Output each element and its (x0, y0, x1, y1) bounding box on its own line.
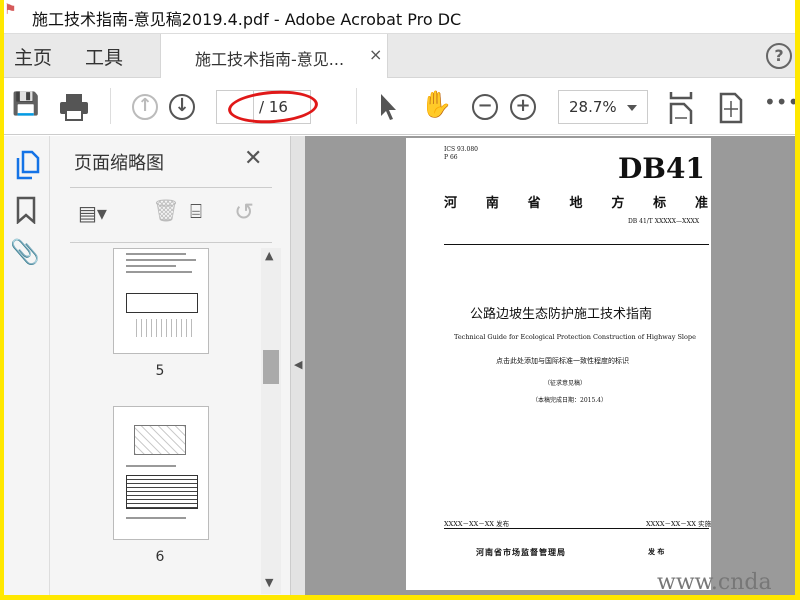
draft-note: （征求意见稿） (544, 380, 587, 387)
zoom-in-icon[interactable]: + (510, 94, 536, 120)
hand-tool-icon[interactable]: ✋ (420, 90, 452, 120)
tab-home[interactable]: 主页 (14, 43, 52, 70)
panel-title: 页面缩略图 (74, 153, 164, 174)
page-thumbnails-icon[interactable] (14, 150, 40, 180)
divider (70, 242, 272, 243)
separator (110, 88, 111, 124)
collapse-panel-handle[interactable]: ◀ (290, 136, 305, 595)
zoom-value: 28.7% (569, 98, 617, 116)
close-panel-icon[interactable]: ✕ (244, 146, 262, 171)
document-view: ICS 93.080 P 66 DB41 河 南 省 地 方 标 准 DB 41/T XXX… (305, 136, 795, 595)
pdf-page: ICS 93.080 P 66 DB41 河 南 省 地 方 标 准 DB 41/T XXX… (406, 138, 711, 590)
scrollbar-thumb[interactable] (263, 350, 279, 384)
select-cursor-icon[interactable] (378, 92, 398, 122)
previous-page-icon[interactable]: ↑ (132, 94, 158, 120)
more-options-icon[interactable]: ••• (764, 90, 795, 114)
left-rail: 📎 (4, 136, 50, 595)
save-icon[interactable]: 💾 (12, 92, 39, 117)
chevron-down-icon (627, 105, 637, 116)
title-cn: 公路边坡生态防护施工技术指南 (470, 307, 653, 322)
zoom-out-icon[interactable]: − (472, 94, 498, 120)
page-thumbnail-6[interactable] (113, 406, 209, 540)
zoom-select[interactable]: 28.7% (558, 90, 648, 124)
tab-tools[interactable]: 工具 (85, 43, 123, 70)
separator (356, 88, 357, 124)
issue-label: 发 布 (648, 548, 665, 556)
heading-char: 地 (569, 196, 583, 211)
heading-char: 标 (653, 196, 667, 211)
thumbnail-label: 5 (155, 363, 165, 379)
thumbnail-label: 6 (155, 549, 165, 565)
next-page-icon[interactable]: ↓ (169, 94, 195, 120)
page-thumbnail-5[interactable] (113, 248, 209, 354)
conformity-note: 点击此处添加与国际标准一致性程度的标识 (496, 357, 629, 365)
delete-icon[interactable]: 🗑 (152, 199, 180, 224)
ics-code: ICS 93.080 (444, 146, 478, 153)
rule (444, 528, 709, 529)
heading-char: 省 (527, 196, 541, 211)
fit-width-icon[interactable] (669, 90, 693, 126)
rotate-icon[interactable]: ↺ (234, 198, 254, 226)
bookmark-icon[interactable] (16, 196, 36, 224)
fit-page-icon[interactable] (719, 92, 743, 124)
title-bar: ⚑ 施工技术指南-意见稿2019.4.pdf - Adobe Acrobat P… (4, 0, 795, 34)
standard-number: DB 41/T XXXXX—XXXX (628, 218, 700, 225)
scroll-down-icon[interactable]: ▼ (265, 576, 273, 589)
thumbnails-scrollbar[interactable] (261, 248, 281, 594)
heading-char: 准 (694, 196, 708, 211)
tab-document-label: 施工技术指南-意见... (195, 50, 345, 69)
help-icon[interactable]: ? (766, 43, 792, 69)
toolbar: 💾 ↑ ↓ / 16 ✋ − + 28.7% ••• (4, 78, 795, 135)
heading-char: 南 (485, 196, 499, 211)
attachment-icon[interactable]: 📎 (10, 238, 40, 266)
tab-bar: 主页 工具 施工技术指南-意见... × ? (4, 34, 795, 79)
standard-code: DB41 (618, 152, 705, 185)
window-title: 施工技术指南-意见稿2019.4.pdf - Adobe Acrobat Pro… (32, 10, 462, 29)
divider (70, 187, 272, 188)
issuer: 河南省市场监督管理局 (476, 548, 566, 557)
p-code: P 66 (444, 154, 458, 161)
app-logo: ⚑ (4, 2, 17, 18)
thumbnail-options-icon[interactable]: ▤▾ (78, 201, 107, 225)
insert-page-icon[interactable]: ⌸ (190, 199, 202, 223)
watermark: www.cnda (657, 570, 772, 595)
print-icon[interactable] (58, 92, 90, 122)
thumbnails-panel: 页面缩略图 ✕ ▤▾ 🗑 ⌸ ↺ 5 6 ▲ ▼ (50, 136, 290, 595)
implement-date: XXXX－XX－XX 实施 (646, 520, 712, 528)
tab-document[interactable]: 施工技术指南-意见... × (160, 34, 388, 79)
publish-date: XXXX－XX－XX 发布 (444, 520, 510, 528)
title-en: Technical Guide for Ecological Protectio… (454, 333, 696, 341)
heading-char: 河 (444, 196, 458, 211)
date-note: （本稿完成日期：2015.4） (532, 397, 607, 404)
close-tab-icon[interactable]: × (369, 45, 382, 64)
collapse-arrow-icon[interactable]: ◀ (294, 358, 302, 371)
heading-char: 方 (611, 196, 625, 211)
rule (444, 244, 709, 245)
scroll-up-icon[interactable]: ▲ (265, 249, 273, 262)
